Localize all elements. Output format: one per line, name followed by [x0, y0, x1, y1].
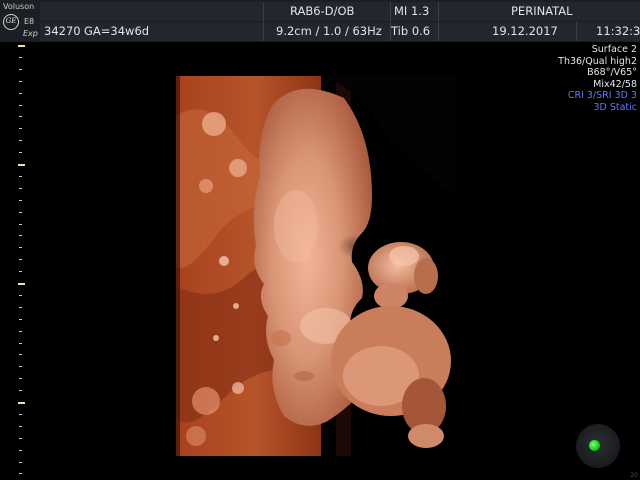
scale-tick: [19, 175, 22, 177]
scale-tick: [19, 68, 22, 70]
3d-render-viewport: [176, 76, 456, 456]
scale-tick: [19, 461, 22, 463]
scale-tick: [19, 140, 22, 142]
depth-settings: 9.2cm / 1.0 / 63Hz: [276, 24, 382, 38]
scale-tick: [19, 92, 22, 94]
scale-tick: [19, 247, 22, 249]
scale-major-tick: [18, 402, 25, 404]
header-row-bottom: 34270 GA=34w6d 9.2cm / 1.0 / 63Hz Tib 0.…: [40, 22, 640, 41]
parameter-panel: Surface 2 Th36/Qual high2 B68°/V65° Mix4…: [558, 44, 637, 114]
patient-id: 34270: [44, 24, 81, 38]
scale-major-tick: [18, 45, 25, 47]
depth-scale: [0, 42, 30, 480]
scale-tick: [19, 366, 22, 368]
header-bar: Voluson GE E8 Exp RAB6-D/OB MI 1.3 PERIN…: [0, 0, 640, 42]
param-3d-static: 3D Static: [593, 101, 637, 113]
model-label: E8: [24, 17, 35, 26]
scale-tick: [19, 306, 22, 308]
scale-tick: [19, 271, 22, 273]
scale-tick: [19, 116, 22, 118]
ge-logo-icon: GE: [3, 14, 19, 30]
scale-tick: [19, 354, 22, 356]
scale-tick: [19, 104, 22, 106]
scale-tick: [19, 342, 22, 344]
gestational-age: GA=34w6d: [84, 24, 150, 38]
scale-tick: [19, 473, 22, 475]
header-row-top: RAB6-D/OB MI 1.3 PERINATAL: [40, 2, 640, 21]
trackball-indicator: [589, 440, 600, 451]
scale-tick: [19, 437, 22, 439]
scale-tick: [19, 413, 22, 415]
param-surface: Surface 2: [591, 44, 637, 55]
brand-name: Voluson: [3, 2, 35, 11]
mi-label: MI 1.3: [394, 4, 430, 18]
scale-major-tick: [18, 283, 25, 285]
scale-tick: [19, 449, 22, 451]
scale-tick: [19, 199, 22, 201]
scale-tick: [19, 259, 22, 261]
corner-label: 20: [630, 472, 638, 479]
param-threshold-quality: Th36/Qual high2: [558, 55, 637, 67]
logo-area: Voluson GE E8 Exp: [0, 0, 40, 42]
scale-tick: [19, 378, 22, 380]
scale-tick: [19, 152, 22, 154]
scale-tick: [19, 294, 22, 296]
application-label: PERINATAL: [511, 4, 573, 18]
param-cri-sri: CRI 3/SRI 3D 3: [567, 90, 637, 102]
scale-tick: [19, 56, 22, 58]
scale-tick: [19, 330, 22, 332]
time-label: 11:32:35: [596, 24, 640, 38]
scale-major-tick: [18, 164, 25, 166]
param-mix: Mix42/58: [593, 78, 637, 90]
scale-tick: [19, 235, 22, 237]
date-label: 19.12.2017: [492, 24, 558, 38]
scale-tick: [19, 187, 22, 189]
scale-tick: [19, 223, 22, 225]
probe-label: RAB6-D/OB: [290, 4, 355, 18]
scale-tick: [19, 211, 22, 213]
scale-tick: [19, 128, 22, 130]
scale-tick: [19, 390, 22, 392]
fetal-face-render: [176, 76, 456, 456]
scale-tick: [19, 425, 22, 427]
trackball-icon[interactable]: [576, 424, 620, 468]
scale-tick: [19, 80, 22, 82]
scale-tick: [19, 318, 22, 320]
mode-label: Exp: [23, 29, 38, 38]
param-angles: B68°/V65°: [587, 67, 637, 79]
tib-label: Tib 0.6: [391, 24, 431, 38]
